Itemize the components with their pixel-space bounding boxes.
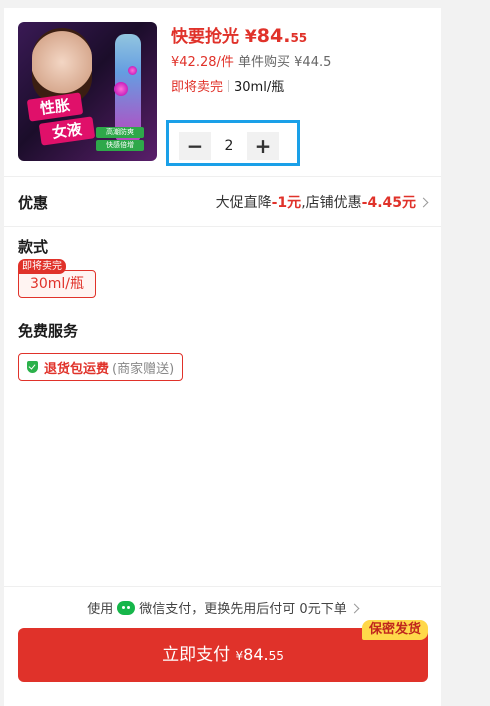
image-tag-2: 女液 bbox=[38, 116, 96, 146]
sold-out-soon-badge: 即将卖完 bbox=[18, 259, 66, 274]
bubble-decoration bbox=[128, 66, 137, 75]
divider bbox=[4, 176, 441, 177]
divider bbox=[4, 226, 441, 227]
promo-amount-1: -1元 bbox=[271, 195, 302, 211]
order-sheet: 性胀 女液 高潮防爽 快感倍增 快要抢光 ¥84.55 ¥42.28/件 单件购… bbox=[4, 8, 441, 706]
return-shipping-service[interactable]: 退货包运费 (商家赠送) bbox=[18, 353, 184, 381]
single-buy-price: 单件购买 ¥44.5 bbox=[238, 55, 332, 70]
style-label: 款式 bbox=[18, 238, 49, 256]
model-illustration bbox=[32, 28, 92, 104]
chevron-right-icon bbox=[418, 197, 429, 208]
selected-spec: 30ml/瓶 bbox=[234, 80, 285, 95]
pay-amount-integer: 84. bbox=[243, 645, 269, 664]
divider bbox=[4, 586, 441, 587]
promo-text-1: 大促直降 bbox=[215, 195, 272, 211]
spec-separator bbox=[228, 80, 230, 92]
pay-button-label: 立即支付 bbox=[162, 645, 231, 665]
product-image[interactable]: 性胀 女液 高潮防爽 快感倍增 bbox=[18, 22, 157, 161]
price-symbol: ¥ bbox=[244, 27, 257, 47]
image-pill-1: 高潮防爽 bbox=[96, 127, 144, 138]
promo-text-2: 店铺优惠 bbox=[305, 195, 362, 211]
unit-price-line: ¥42.28/件 单件购买 ¥44.5 bbox=[171, 51, 331, 70]
bubble-decoration bbox=[114, 82, 128, 96]
pay-tip-prefix: 使用 bbox=[87, 602, 114, 617]
promotion-detail[interactable]: 大促直降-1元,店铺优惠-4.45元 bbox=[215, 192, 429, 212]
stock-status: 即将卖完 bbox=[171, 80, 224, 95]
payment-tip[interactable]: 使用 微信支付，更换先用后付可 0元下单 bbox=[4, 598, 441, 617]
image-tag-1: 性胀 bbox=[26, 92, 84, 122]
pay-amount-decimal: 55 bbox=[268, 649, 284, 663]
spec-option-30ml[interactable]: 30ml/瓶 bbox=[18, 270, 96, 298]
image-pill-2: 快感倍增 bbox=[96, 140, 144, 151]
pay-tip-suffix: 微信支付，更换先用后付可 0元下单 bbox=[139, 602, 347, 617]
shield-check-icon bbox=[27, 361, 38, 373]
pay-currency: ¥ bbox=[235, 649, 244, 663]
increase-button[interactable]: + bbox=[247, 132, 279, 160]
secret-shipping-badge: 保密发货 bbox=[361, 620, 428, 640]
quantity-value[interactable]: 2 bbox=[211, 132, 247, 160]
wechat-pay-icon bbox=[117, 601, 136, 615]
price-prefix: 快要抢光 bbox=[171, 27, 239, 47]
price-decimal: 55 bbox=[290, 31, 308, 45]
chevron-right-icon bbox=[349, 603, 360, 614]
service-label: 免费服务 bbox=[18, 322, 79, 340]
spec-line: 即将卖完 30ml/瓶 bbox=[171, 76, 284, 95]
service-name: 退货包运费 bbox=[44, 361, 110, 377]
price-integer: 84. bbox=[256, 25, 291, 47]
price-line: 快要抢光 ¥84.55 bbox=[171, 22, 307, 47]
decrease-button[interactable]: − bbox=[179, 132, 211, 160]
promo-amount-2: -4.45元 bbox=[361, 195, 416, 211]
promotion-label: 优惠 bbox=[18, 194, 49, 212]
quantity-stepper[interactable]: − 2 + bbox=[179, 132, 279, 160]
service-note: (商家赠送) bbox=[112, 361, 175, 377]
unit-price: ¥42.28/件 bbox=[171, 55, 234, 70]
